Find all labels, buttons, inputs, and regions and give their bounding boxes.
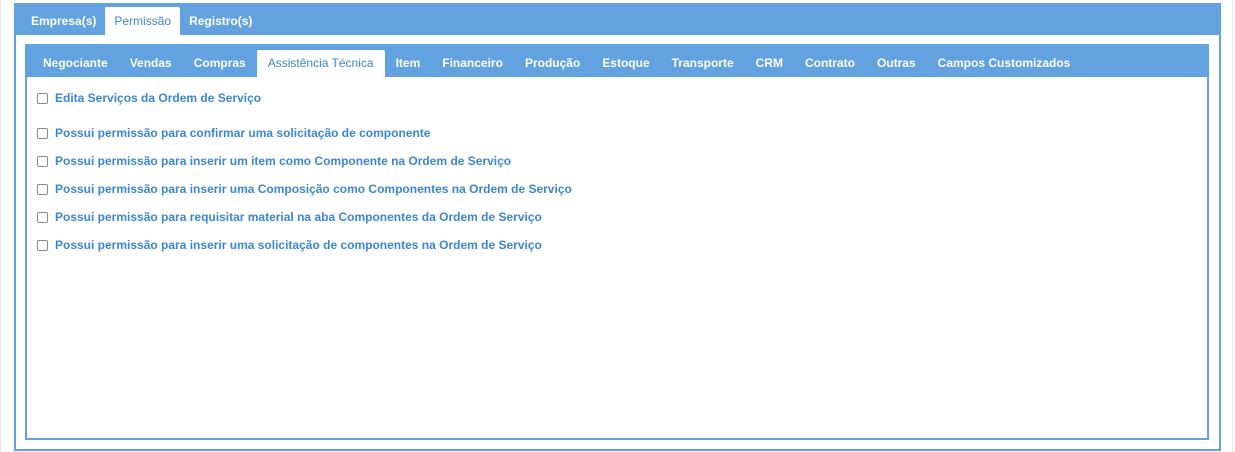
- tab-financeiro[interactable]: Financeiro: [431, 50, 514, 77]
- permission-panel: Negociante Vendas Compras Assistência Té…: [25, 44, 1209, 440]
- permission-label[interactable]: Possui permissão para inserir uma Compos…: [55, 182, 572, 196]
- permission-label[interactable]: Possui permissão para inserir um item co…: [55, 154, 511, 168]
- tab-negociante[interactable]: Negociante: [32, 50, 119, 77]
- permission-checkbox[interactable]: [37, 183, 48, 195]
- permission-item: Possui permissão para inserir um item co…: [37, 147, 572, 175]
- tab-crm[interactable]: CRM: [745, 50, 794, 77]
- tab-campos-customizados[interactable]: Campos Customizados: [927, 50, 1082, 77]
- permission-category-tabbar: Negociante Vendas Compras Assistência Té…: [27, 46, 1207, 77]
- permission-checkbox[interactable]: [37, 92, 48, 104]
- permission-label[interactable]: Possui permissão para requisitar materia…: [55, 210, 542, 224]
- permission-checkbox[interactable]: [37, 155, 48, 167]
- permission-item: Possui permissão para inserir uma solici…: [37, 231, 572, 259]
- tab-contrato[interactable]: Contrato: [794, 50, 866, 77]
- permission-label[interactable]: Edita Serviços da Ordem de Serviço: [55, 91, 261, 105]
- outer-tabbar: Empresa(s) Permissão Registro(s): [14, 3, 1221, 35]
- permission-checkbox[interactable]: [37, 239, 48, 251]
- permission-item: Possui permissão para requisitar materia…: [37, 203, 572, 231]
- tab-vendas[interactable]: Vendas: [119, 50, 183, 77]
- tab-empresas[interactable]: Empresa(s): [22, 7, 105, 35]
- permission-label[interactable]: Possui permissão para inserir uma solici…: [55, 238, 542, 252]
- permission-item: Possui permissão para confirmar uma soli…: [37, 119, 572, 147]
- permission-checkbox[interactable]: [37, 127, 48, 139]
- tab-outras[interactable]: Outras: [866, 50, 927, 77]
- tab-compras[interactable]: Compras: [183, 50, 257, 77]
- permission-item: Edita Serviços da Ordem de Serviço: [37, 91, 572, 105]
- tab-producao[interactable]: Produção: [514, 50, 591, 77]
- tab-estoque[interactable]: Estoque: [591, 50, 660, 77]
- tab-permissao[interactable]: Permissão: [105, 7, 181, 35]
- permission-list: Edita Serviços da Ordem de Serviço Possu…: [37, 91, 572, 259]
- permission-label[interactable]: Possui permissão para confirmar uma soli…: [55, 126, 430, 140]
- tab-item[interactable]: Item: [385, 50, 432, 77]
- tab-registros[interactable]: Registro(s): [180, 7, 261, 35]
- tab-transporte[interactable]: Transporte: [661, 50, 745, 77]
- permission-checkbox[interactable]: [37, 211, 48, 223]
- permission-item: Possui permissão para inserir uma Compos…: [37, 175, 572, 203]
- tab-assistencia-tecnica[interactable]: Assistência Técnica: [256, 50, 385, 77]
